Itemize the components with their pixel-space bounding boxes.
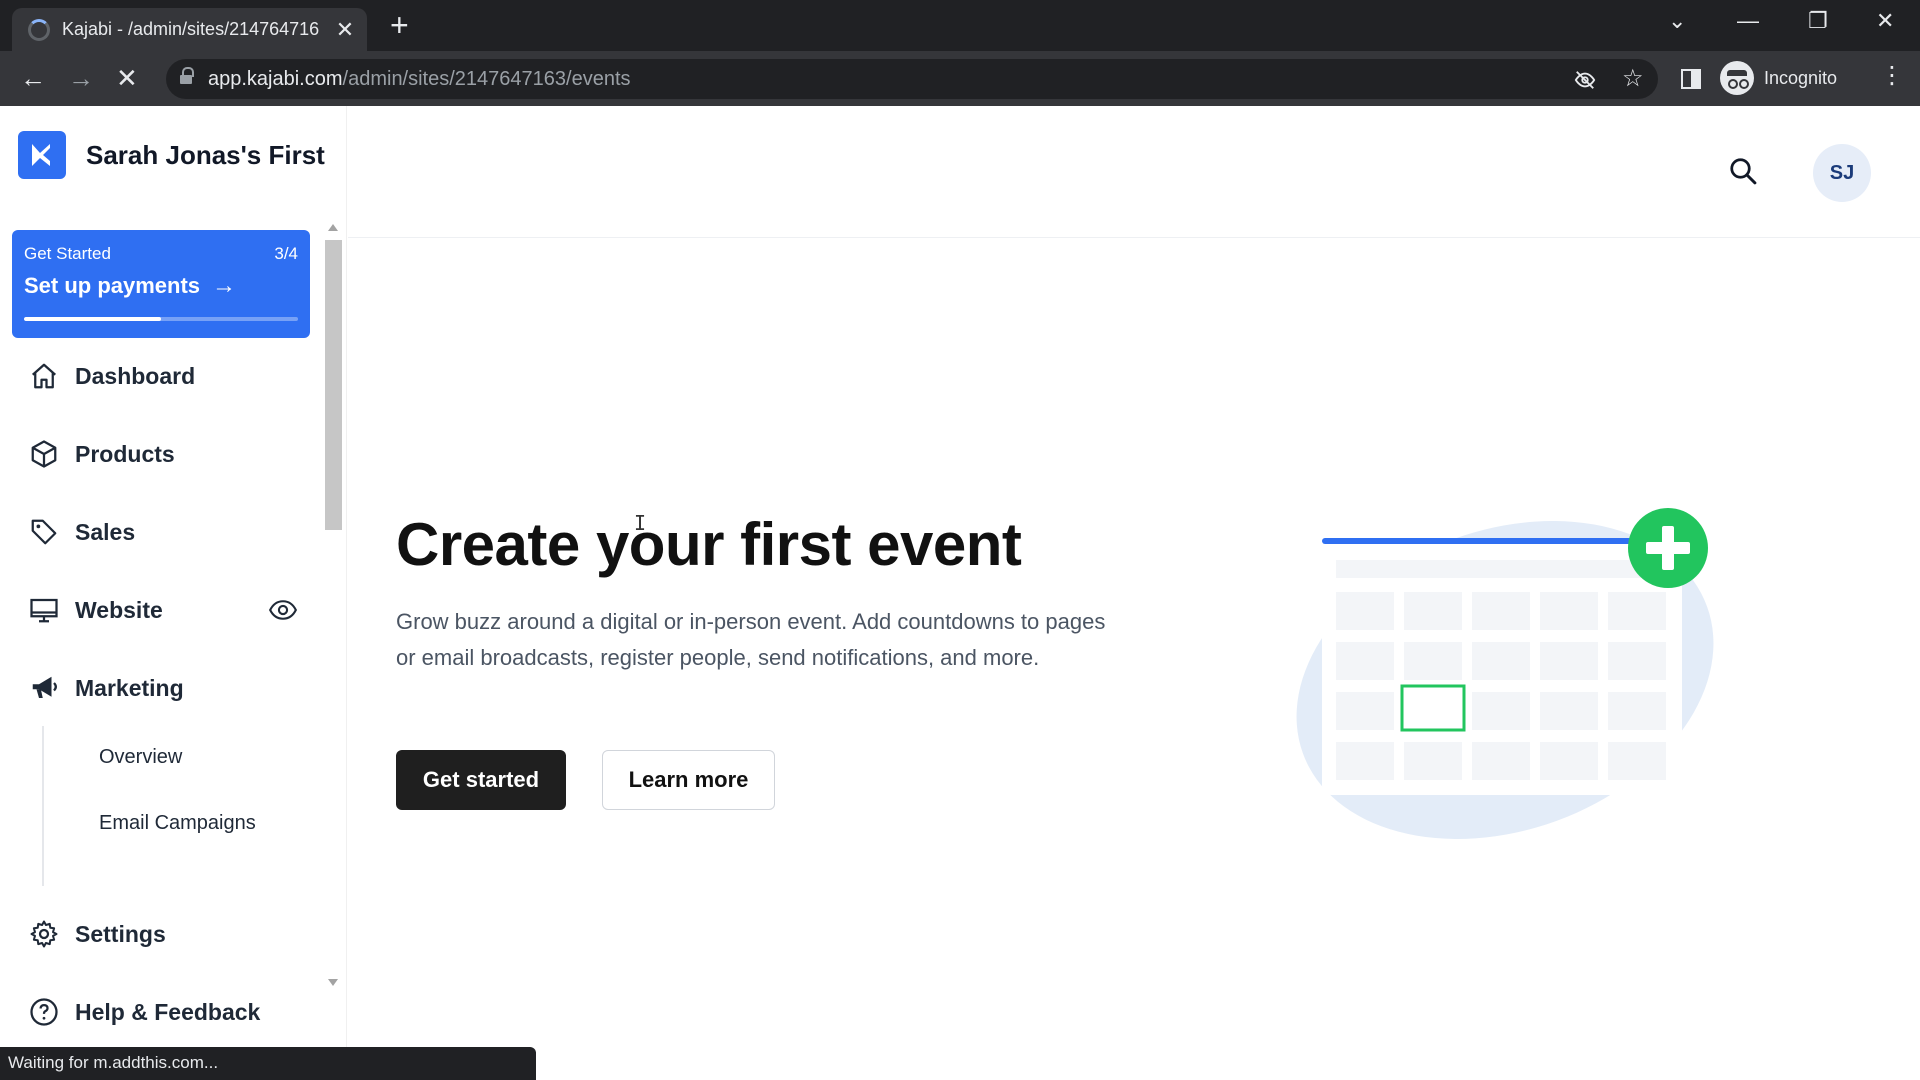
sidebar-item-label: Website bbox=[75, 596, 163, 623]
sidebar-item-label: Settings bbox=[75, 920, 166, 947]
browser-toolbar: ← → ✕ app.kajabi.com/admin/sites/2147647… bbox=[0, 51, 1920, 106]
gear-icon bbox=[28, 918, 60, 950]
scroll-thumb[interactable] bbox=[325, 240, 342, 530]
help-icon bbox=[28, 996, 60, 1028]
sidebar-item-marketing[interactable]: Marketing bbox=[28, 668, 298, 708]
back-icon[interactable]: ← bbox=[20, 64, 46, 92]
get-started-progress-text: 3/4 bbox=[274, 244, 298, 263]
lock-icon bbox=[180, 67, 194, 86]
megaphone-icon bbox=[28, 672, 60, 704]
address-bar[interactable]: app.kajabi.com/admin/sites/2147647163/ev… bbox=[166, 59, 1658, 99]
sidebar-item-label: Products bbox=[75, 440, 175, 467]
incognito-indicator[interactable]: Incognito bbox=[1720, 61, 1837, 95]
get-started-label: Get Started bbox=[24, 244, 111, 263]
sidebar-item-help[interactable]: Help & Feedback bbox=[28, 992, 298, 1032]
sidebar-item-label: Sales bbox=[75, 518, 136, 545]
sidebar-scrollbar[interactable] bbox=[323, 224, 343, 986]
tab-search-icon[interactable]: ⌄ bbox=[1668, 8, 1686, 34]
sidebar-item-website[interactable]: Website bbox=[28, 590, 298, 630]
browser-tabstrip: Kajabi - /admin/sites/214764716 ✕ + ⌄ — … bbox=[0, 0, 1920, 51]
side-panel-icon[interactable] bbox=[1680, 68, 1702, 90]
monitor-icon bbox=[28, 594, 60, 626]
brand[interactable]: Sarah Jonas's First bbox=[18, 131, 325, 179]
arrow-right-icon: → bbox=[212, 272, 237, 299]
sidebar-subitem-overview[interactable]: Overview bbox=[99, 746, 182, 769]
sidebar-item-settings[interactable]: Settings bbox=[28, 914, 298, 954]
kajabi-logo-icon bbox=[18, 131, 66, 179]
bookmark-star-icon[interactable]: ☆ bbox=[1622, 64, 1644, 93]
close-window-icon[interactable]: ✕ bbox=[1876, 8, 1894, 34]
get-started-progress-fill bbox=[24, 317, 161, 321]
sidebar-item-dashboard[interactable]: Dashboard bbox=[28, 356, 298, 396]
eye-off-icon[interactable] bbox=[1574, 69, 1596, 91]
browser-status-bar: Waiting for m.addthis.com... bbox=[0, 1047, 536, 1080]
stop-loading-icon[interactable]: ✕ bbox=[116, 64, 138, 92]
sidebar: Sarah Jonas's First Get Started 3/4 Set … bbox=[0, 106, 347, 1080]
page-description: Grow buzz around a digital or in-person … bbox=[396, 609, 1106, 670]
browser-tab[interactable]: Kajabi - /admin/sites/214764716 ✕ bbox=[12, 8, 367, 51]
learn-more-button[interactable]: Learn more bbox=[602, 750, 775, 810]
get-started-button[interactable]: Get started bbox=[396, 750, 566, 810]
text-cursor-icon: I bbox=[634, 511, 647, 535]
sidebar-item-label: Help & Feedback bbox=[75, 998, 261, 1025]
restore-icon[interactable]: ❐ bbox=[1808, 8, 1828, 34]
new-tab-button[interactable]: + bbox=[390, 9, 409, 41]
get-started-card[interactable]: Get Started 3/4 Set up payments → bbox=[12, 230, 310, 338]
incognito-label: Incognito bbox=[1764, 67, 1838, 88]
search-icon[interactable] bbox=[1728, 156, 1758, 191]
scroll-up-arrow-icon[interactable] bbox=[328, 224, 338, 231]
url-text: app.kajabi.com/admin/sites/2147647163/ev… bbox=[208, 67, 631, 90]
sidebar-item-label: Dashboard bbox=[75, 362, 196, 389]
sidebar-subitem-email-campaigns[interactable]: Email Campaigns bbox=[99, 812, 256, 835]
loading-spinner-icon bbox=[28, 18, 50, 41]
site-name: Sarah Jonas's First bbox=[86, 139, 325, 170]
app-header: SJ bbox=[348, 106, 1920, 238]
avatar[interactable]: SJ bbox=[1813, 144, 1871, 202]
get-started-progress-bar bbox=[24, 317, 298, 321]
page-title: Create your first event bbox=[396, 511, 1022, 578]
sidebar-item-sales[interactable]: Sales bbox=[28, 512, 298, 552]
incognito-icon bbox=[1720, 61, 1754, 95]
eye-icon[interactable] bbox=[268, 596, 298, 629]
get-started-title: Set up payments bbox=[24, 273, 201, 298]
tab-title: Kajabi - /admin/sites/214764716 bbox=[62, 19, 320, 39]
browser-menu-icon[interactable]: ⋮ bbox=[1880, 61, 1904, 90]
calendar-illustration bbox=[1296, 508, 1714, 839]
home-icon bbox=[28, 360, 60, 392]
submenu-rule bbox=[42, 726, 44, 886]
minimize-icon[interactable]: — bbox=[1737, 8, 1759, 34]
tag-icon bbox=[28, 516, 60, 548]
forward-icon[interactable]: → bbox=[68, 64, 94, 92]
box-icon bbox=[28, 438, 60, 470]
scroll-down-arrow-icon[interactable] bbox=[328, 979, 338, 986]
sidebar-item-label: Marketing bbox=[75, 674, 184, 701]
sidebar-item-products[interactable]: Products bbox=[28, 434, 298, 474]
tab-close-icon[interactable]: ✕ bbox=[335, 17, 355, 43]
